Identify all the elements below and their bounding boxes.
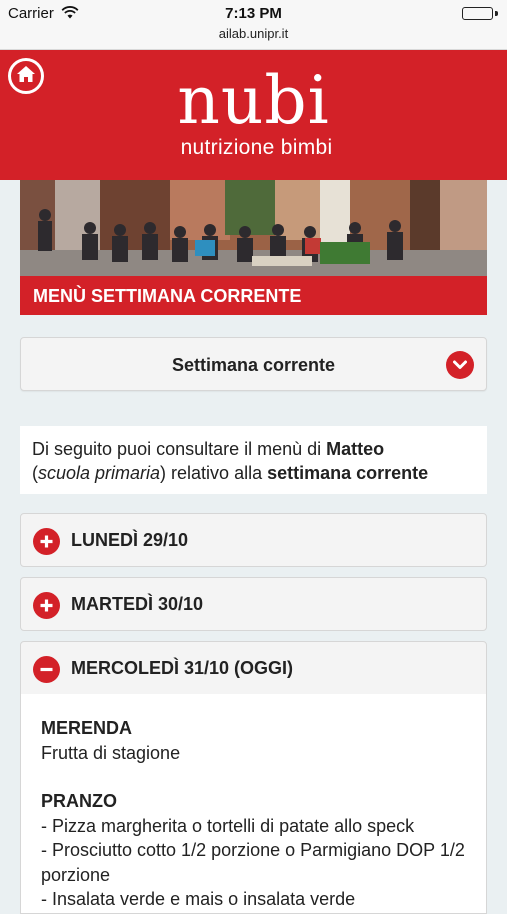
minus-circle-icon	[33, 656, 60, 683]
meal-merenda: MERENDA Frutta di stagione	[41, 716, 466, 765]
meal-item: - Prosciutto cotto 1/2 porzione o Parmig…	[41, 840, 465, 885]
day-label: LUNEDÌ 29/10	[71, 530, 189, 550]
url-bar[interactable]: ailab.unipr.it	[0, 26, 507, 41]
school-type: scuola primaria	[38, 463, 161, 483]
logo-wordmark: nubi	[177, 62, 330, 139]
meal-item: - Insalata verde e mais o insalata verde	[41, 889, 356, 909]
day-toggle-wednesday[interactable]: MERCOLEDÌ 31/10 (OGGI)	[20, 641, 487, 695]
week-select[interactable]: Settimana corrente	[20, 337, 487, 391]
day-menu-content: MERENDA Frutta di stagione PRANZO - Pizz…	[20, 694, 487, 914]
day-toggle-tuesday[interactable]: MARTEDÌ 30/10	[20, 577, 487, 631]
meal-pranzo: PRANZO - Pizza margherita o tortelli di …	[41, 789, 466, 912]
section-banner: MENÙ SETTIMANA CORRENTE	[20, 276, 487, 315]
day-toggle-monday[interactable]: LUNEDÌ 29/10	[20, 513, 487, 567]
period-label: settimana corrente	[267, 463, 429, 483]
plus-circle-icon	[33, 528, 60, 555]
clock: 7:13 PM	[225, 5, 282, 22]
info-text: ) relativo alla	[160, 463, 268, 483]
meal-title: MERENDA	[41, 718, 133, 738]
info-text: Di seguito puoi consultare il menù di	[32, 439, 327, 459]
app-header: nubi nutrizione bimbi	[0, 50, 507, 180]
plus-circle-icon	[33, 592, 60, 619]
logo-tagline: nutrizione bimbi	[180, 136, 333, 159]
child-name: Matteo	[326, 439, 385, 459]
day-label: MARTEDÌ 30/10	[71, 594, 204, 614]
chevron-down-icon	[446, 351, 474, 379]
battery-icon	[462, 7, 498, 20]
status-bar: Carrier 7:13 PM ailab.unipr.it	[0, 0, 507, 50]
logo: nubi nutrizione bimbi	[0, 68, 507, 160]
meal-item: - Pizza margherita o tortelli di patate …	[41, 815, 415, 836]
week-select-value: Settimana corrente	[171, 355, 336, 375]
day-label: MERCOLEDÌ 31/10 (OGGI)	[71, 658, 294, 678]
meal-item: Frutta di stagione	[41, 742, 181, 763]
hero-photo	[20, 180, 487, 276]
menu-info: Di seguito puoi consultare il menù di Ma…	[20, 426, 487, 494]
meal-title: PRANZO	[41, 791, 117, 811]
